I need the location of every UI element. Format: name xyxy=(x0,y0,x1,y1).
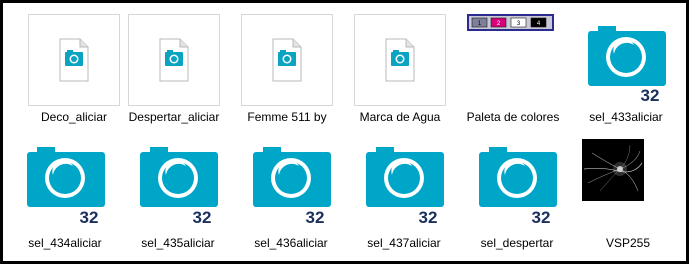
image-thumbnail xyxy=(582,139,644,201)
badge-text: 32 xyxy=(80,208,99,227)
badge-text: 32 xyxy=(532,208,551,227)
selection-file-icon: 32 xyxy=(479,147,557,227)
file-name: sel_despertar xyxy=(480,236,554,250)
file-thumbnail xyxy=(582,139,674,231)
file-item-sel-433aliciar[interactable]: 32 sel_433aliciar xyxy=(572,14,680,136)
selection-file-icon: 32 xyxy=(588,26,666,105)
file-name: sel_437aliciar xyxy=(367,236,441,250)
file-name: Deco_aliciar xyxy=(40,110,108,124)
file-name: Paleta de colores xyxy=(466,110,560,124)
file-image-icon xyxy=(159,38,189,82)
badge-text: 32 xyxy=(419,208,438,227)
file-item-sel-434aliciar[interactable]: 32 sel_434aliciar xyxy=(11,139,119,261)
selection-file-icon: 32 xyxy=(140,147,218,227)
file-thumbnail: 32 xyxy=(471,139,563,231)
file-item-deco-aliciar[interactable]: Deco_aliciar xyxy=(20,14,128,136)
file-thumbnail: 32 xyxy=(132,139,224,231)
file-name: VSP255 xyxy=(605,236,651,250)
file-item-paleta-de-colores[interactable]: 1 2 3 4 Paleta de colores xyxy=(459,14,567,136)
file-image-icon xyxy=(272,38,302,82)
file-image-icon xyxy=(385,38,415,82)
selection-file-icon: 32 xyxy=(366,147,444,227)
file-item-vsp255[interactable]: VSP255 xyxy=(574,139,682,261)
file-name: Marca de Agua xyxy=(359,110,441,124)
badge-text: 32 xyxy=(641,86,660,105)
file-image-icon xyxy=(59,38,89,82)
file-thumbnail: 32 xyxy=(580,14,672,106)
file-name: Despertar_aliciar xyxy=(128,110,220,124)
file-thumbnail xyxy=(128,14,220,106)
file-item-sel-despertar[interactable]: 32 sel_despertar xyxy=(463,139,571,261)
file-thumbnail xyxy=(241,14,333,106)
file-name: sel_436aliciar xyxy=(254,236,328,250)
file-name: Femme 511 by xyxy=(247,110,327,124)
palette-thumbnail: 1 2 3 4 xyxy=(467,14,554,31)
badge-text: 32 xyxy=(193,208,212,227)
file-item-sel-437aliciar[interactable]: 32 sel_437aliciar xyxy=(350,139,458,261)
file-name: sel_434aliciar xyxy=(28,236,102,250)
file-thumbnail: 32 xyxy=(358,139,450,231)
file-item-sel-435aliciar[interactable]: 32 sel_435aliciar xyxy=(124,139,232,261)
file-thumbnail xyxy=(28,14,120,106)
file-item-femme-511[interactable]: Femme 511 by xyxy=(233,14,341,136)
selection-file-icon: 32 xyxy=(253,147,331,227)
badge-text: 32 xyxy=(306,208,325,227)
file-name: sel_433aliciar xyxy=(589,110,663,124)
file-item-sel-436aliciar[interactable]: 32 sel_436aliciar xyxy=(237,139,345,261)
file-name: sel_435aliciar xyxy=(141,236,215,250)
file-browser-panel: Deco_aliciar Despertar_aliciar Femme 511… xyxy=(0,0,689,264)
selection-file-icon: 32 xyxy=(27,147,105,227)
file-thumbnail xyxy=(354,14,446,106)
file-thumbnail: 1 2 3 4 xyxy=(467,14,559,106)
file-item-despertar-aliciar[interactable]: Despertar_aliciar xyxy=(120,14,228,136)
file-item-marca-de-agua[interactable]: Marca de Agua xyxy=(346,14,454,136)
file-thumbnail: 32 xyxy=(245,139,337,231)
file-thumbnail: 32 xyxy=(19,139,111,231)
